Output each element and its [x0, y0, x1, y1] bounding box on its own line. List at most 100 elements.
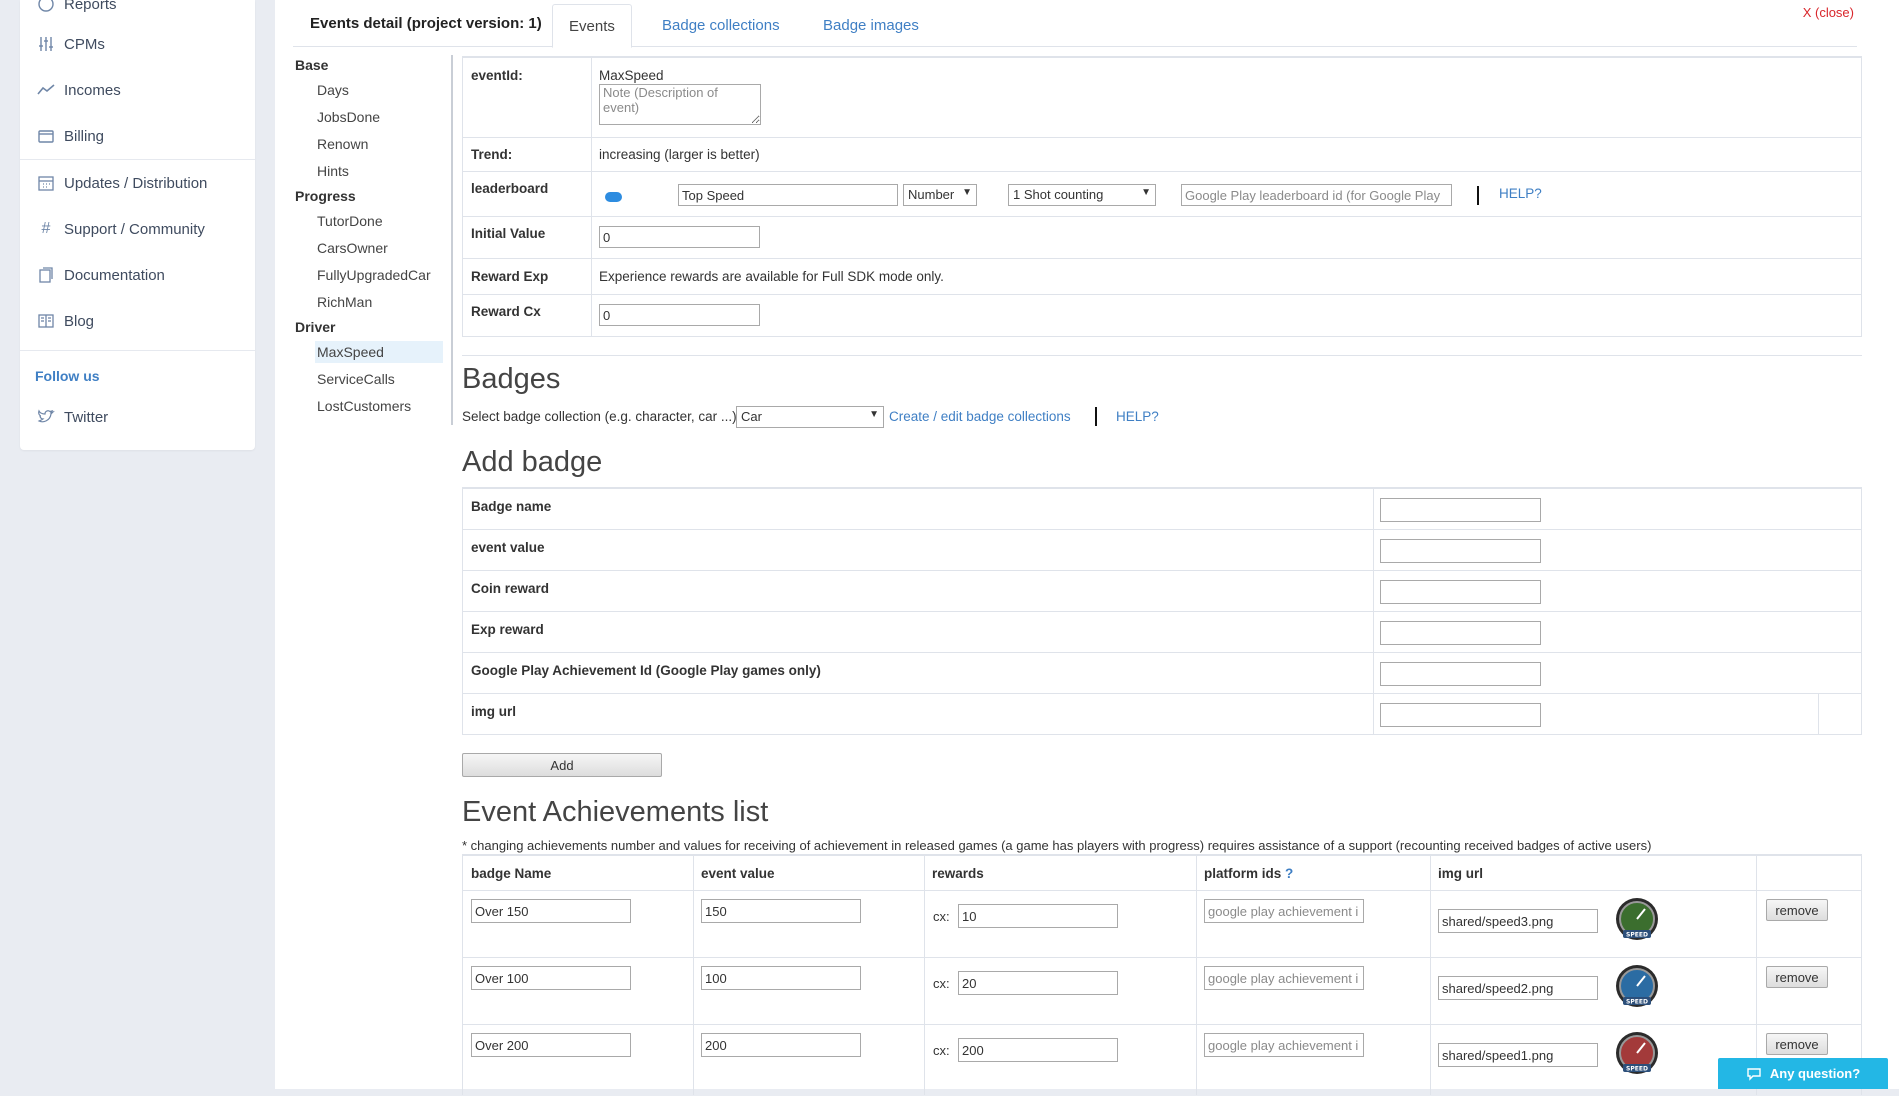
gp-achievement-id-input[interactable] — [1204, 966, 1364, 990]
badge-name-input[interactable] — [471, 1033, 631, 1057]
badge-collection-label: Select badge collection (e.g. character,… — [462, 409, 737, 424]
speed-badge-image: SPEED — [1616, 1032, 1658, 1074]
remove-button[interactable]: remove — [1766, 899, 1828, 921]
create-edit-collections-link[interactable]: Create / edit badge collections — [889, 409, 1071, 424]
row-reward-exp: Reward Exp Experience rewards are availa… — [463, 258, 1861, 295]
tab-events[interactable]: Events — [552, 4, 632, 48]
exp-reward-input[interactable] — [1380, 621, 1541, 645]
note-field[interactable] — [599, 84, 761, 125]
tree-event[interactable]: ServiceCalls — [315, 368, 443, 390]
tree-event[interactable]: TutorDone — [315, 210, 443, 232]
tree-event[interactable]: FullyUpgradedCar — [315, 264, 443, 286]
badge-name-label: Badge name — [471, 499, 552, 514]
form-row: Coin reward — [463, 570, 1861, 611]
event-value-input[interactable] — [701, 966, 861, 990]
cx-reward-input[interactable] — [958, 904, 1118, 928]
sidebar-item-twitter[interactable]: Twitter — [36, 405, 108, 429]
sidebar-item-label: Reports — [64, 0, 117, 13]
sidebar-item-incomes[interactable]: Incomes — [36, 78, 121, 102]
page-title: Events detail (project version: 1) — [310, 15, 542, 32]
cx-label: cx: — [933, 909, 950, 924]
reward-exp-text: Experience rewards are available for Ful… — [599, 269, 944, 284]
form-row: img url — [463, 693, 1861, 734]
row-reward-cx: Reward Cx — [463, 294, 1861, 336]
gp-achievement-id-input[interactable] — [1204, 899, 1364, 923]
img-url-input[interactable] — [1438, 1043, 1598, 1067]
event-value-input[interactable] — [1380, 539, 1541, 563]
sidebar-item-label: Billing — [64, 127, 105, 145]
column-rewards: rewards — [932, 866, 984, 881]
leaderboard-help-link[interactable]: HELP? — [1499, 186, 1542, 201]
any-question-button[interactable]: Any question? — [1718, 1058, 1888, 1089]
close-link[interactable]: X (close) — [1803, 5, 1854, 20]
tree-event[interactable]: Days — [315, 79, 443, 101]
img-url-input[interactable] — [1380, 703, 1541, 727]
badge-name-input[interactable] — [1380, 498, 1541, 522]
sidebar-item-reports[interactable]: Reports — [36, 0, 117, 16]
tree-event[interactable]: Hints — [315, 160, 443, 182]
tree-event-selected[interactable]: MaxSpeed — [315, 341, 443, 363]
cx-reward-input[interactable] — [958, 971, 1118, 995]
initial-value-input[interactable] — [599, 226, 760, 248]
remove-button[interactable]: remove — [1766, 1033, 1828, 1055]
row-event-id: eventId: MaxSpeed — [463, 57, 1861, 138]
sidebar-item-blog[interactable]: Blog — [36, 309, 94, 333]
tree-group-progress[interactable]: Progress — [295, 188, 356, 204]
tree-group-driver[interactable]: Driver — [295, 319, 335, 335]
speed-badge-image: SPEED — [1616, 965, 1658, 1007]
event-value-input[interactable] — [701, 899, 861, 923]
img-url-input[interactable] — [1438, 976, 1598, 1000]
divider — [20, 159, 255, 160]
tree-group-base[interactable]: Base — [295, 57, 328, 73]
gp-achievement-id-input[interactable] — [1204, 1033, 1364, 1057]
leaderboard-name-input[interactable] — [678, 184, 898, 206]
badge-name-input[interactable] — [471, 966, 631, 990]
sidebar-item-billing[interactable]: Billing — [36, 124, 104, 148]
table-row: cx: SPEED remove — [463, 1024, 1861, 1096]
remove-button[interactable]: remove — [1766, 966, 1828, 988]
coin-reward-label: Coin reward — [471, 581, 550, 596]
platform-help-link[interactable]: ? — [1285, 866, 1293, 881]
tree-event[interactable]: JobsDone — [315, 106, 443, 128]
add-button[interactable]: Add — [462, 753, 662, 777]
leaderboard-type-select[interactable]: Number ▼ — [903, 184, 977, 206]
tree-event[interactable]: CarsOwner — [315, 237, 443, 259]
tree-event[interactable]: RichMan — [315, 291, 443, 313]
event-id-label: eventId: — [471, 68, 523, 83]
cx-reward-input[interactable] — [958, 1038, 1118, 1062]
leaderboard-label: leaderboard — [471, 181, 549, 196]
hash-icon: # — [41, 220, 51, 237]
img-url-input[interactable] — [1438, 909, 1598, 933]
leaderboard-toggle[interactable] — [605, 192, 622, 202]
leaderboard-mode-select[interactable]: 1 Shot counting ▼ — [1008, 184, 1156, 206]
column-img-url: img url — [1438, 866, 1484, 881]
column-event-value: event value — [701, 866, 775, 881]
event-value-input[interactable] — [701, 1033, 861, 1057]
trend-label: Trend: — [471, 147, 513, 162]
google-play-leaderboard-input[interactable] — [1181, 184, 1452, 206]
main-panel: Events detail (project version: 1) Event… — [275, 0, 1899, 1095]
trend-icon — [36, 80, 56, 100]
tree-event[interactable]: LostCustomers — [315, 395, 443, 417]
tab-badge-collections[interactable]: Badge collections — [646, 4, 796, 46]
twitter-icon — [36, 407, 56, 427]
sidebar-item-support[interactable]: # Support / Community — [36, 217, 205, 241]
sidebar-item-cpms[interactable]: CPMs — [36, 32, 105, 56]
sidebar-item-updates[interactable]: Updates / Distribution — [36, 171, 207, 195]
trend-value: increasing (larger is better) — [599, 147, 760, 162]
exp-reward-label: Exp reward — [471, 622, 544, 637]
row-initial-value: Initial Value — [463, 216, 1861, 259]
docs-icon — [36, 265, 56, 285]
sidebar-item-documentation[interactable]: Documentation — [36, 263, 165, 287]
tree-event[interactable]: Renown — [315, 133, 443, 155]
tab-badge-images[interactable]: Badge images — [807, 4, 935, 46]
badge-name-input[interactable] — [471, 899, 631, 923]
event-detail-table: eventId: MaxSpeed Trend: increasing (lar… — [462, 56, 1862, 337]
form-row: Exp reward — [463, 611, 1861, 652]
reward-cx-input[interactable] — [599, 304, 760, 326]
coin-reward-input[interactable] — [1380, 580, 1541, 604]
badges-help-link[interactable]: HELP? — [1116, 409, 1159, 424]
badge-collection-select[interactable]: Car ▼ — [736, 406, 884, 428]
gp-achievement-input[interactable] — [1380, 662, 1541, 686]
column-platform-ids: platform ids ? — [1204, 866, 1293, 881]
